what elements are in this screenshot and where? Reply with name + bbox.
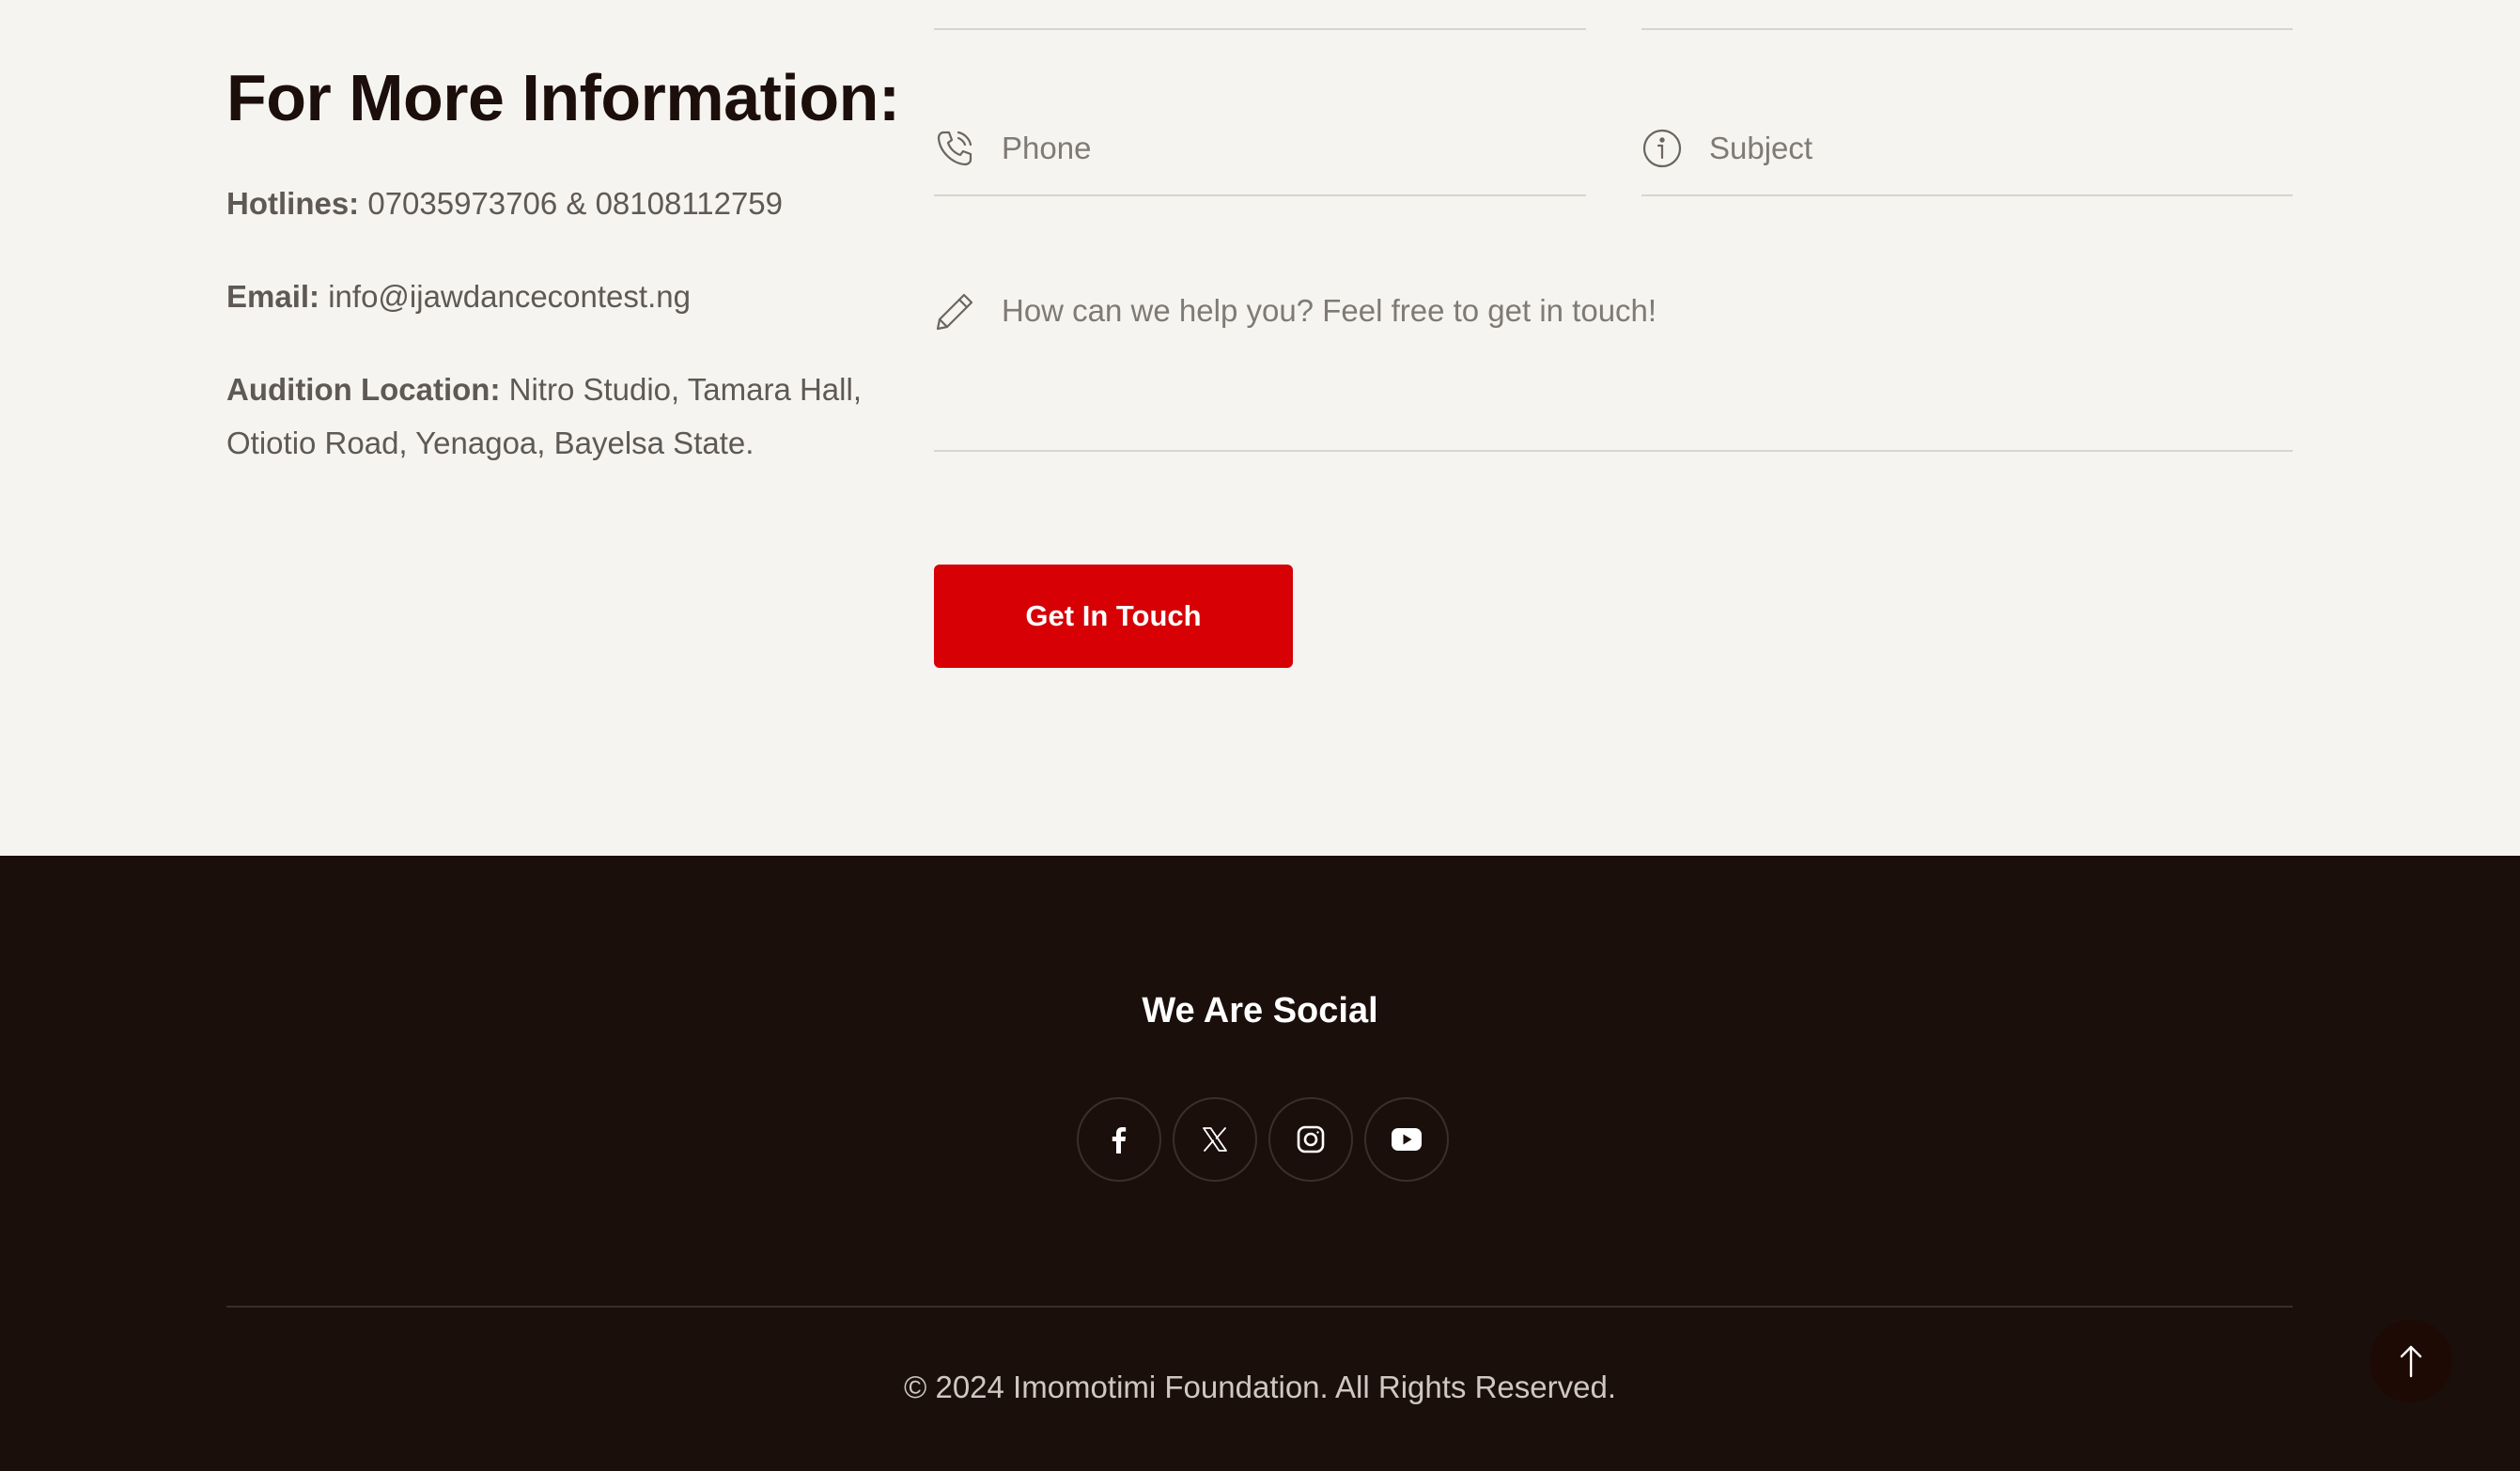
message-field[interactable]: [934, 286, 2293, 338]
phone-underline: [934, 194, 1586, 196]
back-to-top-button[interactable]: [2370, 1320, 2452, 1402]
social-heading: We Are Social: [1142, 991, 1378, 1030]
facebook-icon: [1112, 1127, 1127, 1154]
phone-icon: [934, 127, 975, 170]
email-field-underline: [1641, 28, 2293, 30]
message-underline: [934, 450, 2293, 452]
hotlines-label: Hotlines:: [226, 186, 360, 221]
footer-divider: [226, 1306, 2293, 1308]
pencil-icon: [934, 290, 975, 333]
x-icon: [1203, 1127, 1227, 1152]
subject-input[interactable]: [1709, 131, 2273, 166]
hotlines-line: Hotlines: 07035973706 & 08108112759: [226, 177, 922, 230]
email-line: Email: info@ijawdancecontest.ng: [226, 270, 922, 323]
info-icon: [1641, 127, 1683, 170]
info-heading: For More Information:: [226, 61, 900, 134]
phone-input[interactable]: [1002, 131, 1565, 166]
email-value: info@ijawdancecontest.ng: [319, 279, 691, 314]
email-label: Email:: [226, 279, 320, 314]
x-link[interactable]: [1173, 1097, 1257, 1182]
footer: We Are Social © 2024 Imomotimi Foundatio…: [0, 856, 2520, 1471]
location-line: Audition Location: Nitro Studio, Tamara …: [226, 363, 922, 470]
subject-underline: [1641, 194, 2293, 196]
hotlines-value: 07035973706 & 08108112759: [359, 186, 784, 221]
contact-info: For More Information: Hotlines: 07035973…: [226, 56, 922, 470]
location-label: Audition Location:: [226, 372, 501, 407]
instagram-icon: [1297, 1125, 1325, 1154]
copyright-text: © 2024 Imomotimi Foundation. All Rights …: [903, 1370, 1616, 1404]
youtube-link[interactable]: [1364, 1097, 1449, 1182]
youtube-icon: [1392, 1128, 1422, 1151]
phone-field[interactable]: [934, 122, 1586, 175]
name-field-underline: [934, 28, 1586, 30]
arrow-up-icon: [2400, 1345, 2422, 1378]
social-links: [1077, 1097, 1449, 1182]
contact-section: For More Information: Hotlines: 07035973…: [0, 0, 2520, 856]
subject-field[interactable]: [1641, 122, 2293, 175]
facebook-link[interactable]: [1077, 1097, 1161, 1182]
get-in-touch-button[interactable]: Get In Touch: [934, 565, 1293, 668]
message-input[interactable]: [1002, 290, 2223, 333]
instagram-link[interactable]: [1268, 1097, 1353, 1182]
